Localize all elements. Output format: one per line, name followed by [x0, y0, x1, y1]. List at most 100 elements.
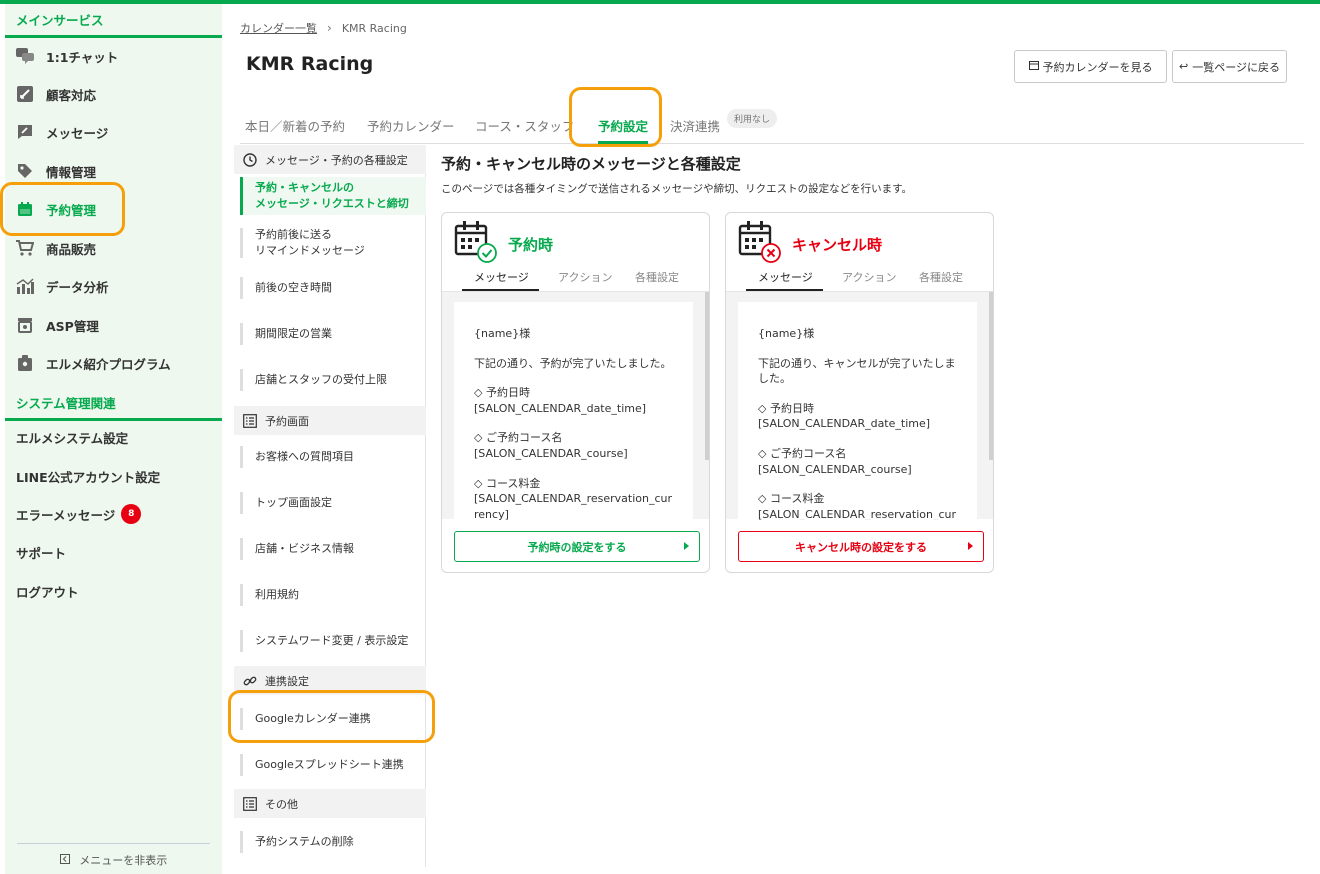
cancel-card: キャンセル時 メッセージ アクション 各種設定 {name}様 下記の通り、キャ…	[725, 212, 994, 573]
submenu-item-delete-system[interactable]: 予約システムの削除	[240, 831, 426, 853]
sidebar-item-label: 予約管理	[46, 202, 97, 218]
sidebar-item-label: LINE公式アカウント設定	[16, 469, 161, 485]
chevron-right-icon: ›	[327, 21, 332, 35]
sidebar-item-label: ログアウト	[16, 584, 79, 600]
error-count-badge: 8	[121, 504, 142, 524]
view-calendar-label: 予約カレンダーを見る	[1042, 60, 1153, 74]
message-line: {name}様	[758, 327, 815, 340]
chat-icon	[16, 47, 34, 65]
card-header: キャンセル時	[738, 221, 983, 267]
return-arrow-icon: ↩	[1179, 60, 1189, 73]
tab-reservation-settings[interactable]: 予約設定	[598, 108, 649, 144]
sidebar-item-reservation[interactable]: 予約管理	[5, 190, 222, 228]
submenu-item-top-screen[interactable]: トップ画面設定	[240, 492, 426, 514]
back-to-list-button[interactable]: ↩ 一覧ページに戻る	[1172, 50, 1287, 83]
sidebar-item-label: エルメ紹介プログラム	[46, 356, 171, 372]
message-line: 下記の通り、キャンセルが完了いたしました。	[758, 356, 956, 386]
back-to-list-label: 一覧ページに戻る	[1192, 60, 1280, 74]
card-tab-settings[interactable]: 各種設定	[635, 269, 679, 289]
cart-icon	[16, 239, 34, 257]
message-preview-area[interactable]: {name}様 下記の通り、予約が完了いたしました。 ◇ 予約日時 [SALON…	[442, 291, 709, 520]
message-line: ◇ コース料金 [SALON_CALENDAR_reservation_curr…	[474, 476, 673, 520]
sidebar-item-sales[interactable]: 商品販売	[5, 229, 222, 267]
sidebar-item-line-account[interactable]: LINE公式アカウント設定	[5, 457, 222, 495]
message-line: ◇ コース料金 [SALON_CALENDAR_reservation_curr…	[758, 492, 957, 520]
sidebar-item-label: 情報管理	[46, 164, 97, 180]
submenu-item-reserve-cancel-message[interactable]: 予約・キャンセルの メッセージ・リクエストと締切	[240, 177, 426, 215]
tag-icon	[16, 162, 34, 180]
card-tab-action[interactable]: アクション	[842, 269, 896, 289]
breadcrumb: カレンダー一覧 › KMR Racing	[240, 20, 407, 36]
sidebar-item-support[interactable]: サポート	[5, 533, 222, 571]
submenu-item-capacity-limit[interactable]: 店舗とスタッフの受付上限	[240, 369, 426, 391]
sidebar-item-label: エルメシステム設定	[16, 430, 129, 446]
submenu-group-label: メッセージ・予約の各種設定	[265, 153, 408, 167]
hide-menu-label: メニューを非表示	[79, 854, 168, 867]
card-title: 予約時	[508, 235, 554, 254]
submenu-item-google-calendar[interactable]: Googleカレンダー連携	[240, 708, 426, 730]
tab-payment[interactable]: 決済連携	[670, 108, 720, 142]
sidebar-item-message[interactable]: メッセージ	[5, 113, 222, 151]
submenu-item-limited-business[interactable]: 期間限定の営業	[240, 323, 426, 345]
cancel-settings-label: キャンセル時の設定をする	[795, 541, 927, 554]
caret-right-icon	[684, 542, 689, 550]
sidebar-item-customer[interactable]: 顧客対応	[5, 75, 222, 113]
pencil-box-icon	[16, 85, 34, 103]
settings-submenu: メッセージ・予約の各種設定 予約・キャンセルの メッセージ・リクエストと締切 予…	[234, 145, 426, 867]
submenu-group-integration: 連携設定	[234, 666, 426, 695]
list-icon	[243, 413, 257, 428]
submenu-item-buffer-time[interactable]: 前後の空き時間	[240, 277, 426, 299]
sidebar-item-error-messages[interactable]: エラーメッセージ 8	[5, 495, 222, 533]
submenu-item-system-word[interactable]: システムワード変更 / 表示設定	[240, 630, 426, 652]
sidebar-item-label: エラーメッセージ	[16, 507, 116, 523]
list-icon	[243, 796, 257, 811]
reservation-settings-button[interactable]: 予約時の設定をする	[454, 531, 700, 562]
calendar-check-icon	[454, 220, 498, 268]
box-icon	[16, 316, 34, 334]
submenu-item-remind-message[interactable]: 予約前後に送る リマインドメッセージ	[240, 228, 426, 258]
submenu-item-customer-questions[interactable]: お客様への質問項目	[240, 446, 426, 468]
tab-today-new[interactable]: 本日／新着の予約	[245, 108, 345, 142]
submenu-group-label: 連携設定	[265, 674, 309, 688]
sidebar-item-logout[interactable]: ログアウト	[5, 572, 222, 610]
breadcrumb-calendar-list-link[interactable]: カレンダー一覧	[240, 20, 317, 36]
sidebar-item-analytics[interactable]: データ分析	[5, 267, 222, 305]
card-tab-message[interactable]: メッセージ	[758, 269, 813, 289]
sidebar-item-info[interactable]: 情報管理	[5, 152, 222, 190]
calendar-cancel-icon	[738, 220, 782, 268]
tab-course-staff[interactable]: コース・スタッフ	[475, 108, 574, 142]
message-line: ◇ 予約日時 [SALON_CALENDAR_date_time]	[758, 401, 931, 431]
view-calendar-button[interactable]: 予約カレンダーを見る	[1014, 50, 1167, 83]
badge-icon	[16, 354, 34, 372]
sidebar-item-label: データ分析	[46, 279, 109, 295]
submenu-item-google-spreadsheet[interactable]: Googleスプレッドシート連携	[240, 754, 426, 776]
tab-reservation-calendar[interactable]: 予約カレンダー	[367, 108, 455, 142]
sidebar-item-label: 商品販売	[46, 241, 97, 257]
sidebar-item-referral[interactable]: エルメ紹介プログラム	[5, 344, 222, 382]
cancel-settings-button[interactable]: キャンセル時の設定をする	[738, 531, 984, 562]
message-line: {name}様	[474, 327, 531, 340]
submenu-group-other: その他	[234, 789, 426, 818]
card-tabs: メッセージ アクション 各種設定	[442, 269, 709, 291]
card-tab-action[interactable]: アクション	[558, 269, 612, 289]
card-tab-settings[interactable]: 各種設定	[919, 269, 963, 289]
sidebar-item-chat[interactable]: 1:1チャット	[5, 37, 222, 75]
message-scrollbar[interactable]	[705, 292, 709, 460]
message-line: ◇ ご予約コース名 [SALON_CALENDAR_course]	[758, 447, 912, 476]
card-title: キャンセル時	[792, 235, 883, 254]
collapse-icon	[59, 854, 70, 867]
card-tab-message[interactable]: メッセージ	[474, 269, 529, 289]
message-line: 下記の通り、予約が完了いたしました。	[474, 356, 672, 370]
breadcrumb-current: KMR Racing	[341, 21, 407, 35]
sidebar-item-label: 顧客対応	[46, 87, 97, 103]
submenu-item-business-info[interactable]: 店舗・ビジネス情報	[240, 538, 426, 560]
calendar-icon	[16, 200, 34, 218]
message-preview-area[interactable]: {name}様 下記の通り、キャンセルが完了いたしました。 ◇ 予約日時 [SA…	[726, 291, 993, 520]
message-line: ◇ 予約日時 [SALON_CALENDAR_date_time]	[474, 386, 647, 415]
message-scrollbar[interactable]	[989, 292, 993, 460]
main-service-heading: メインサービス	[5, 4, 222, 38]
sidebar-item-system-settings[interactable]: エルメシステム設定	[5, 418, 222, 456]
sidebar-item-asp[interactable]: ASP管理	[5, 306, 222, 344]
hide-menu-button[interactable]: メニューを非表示	[17, 843, 210, 868]
submenu-item-terms[interactable]: 利用規約	[240, 584, 426, 606]
